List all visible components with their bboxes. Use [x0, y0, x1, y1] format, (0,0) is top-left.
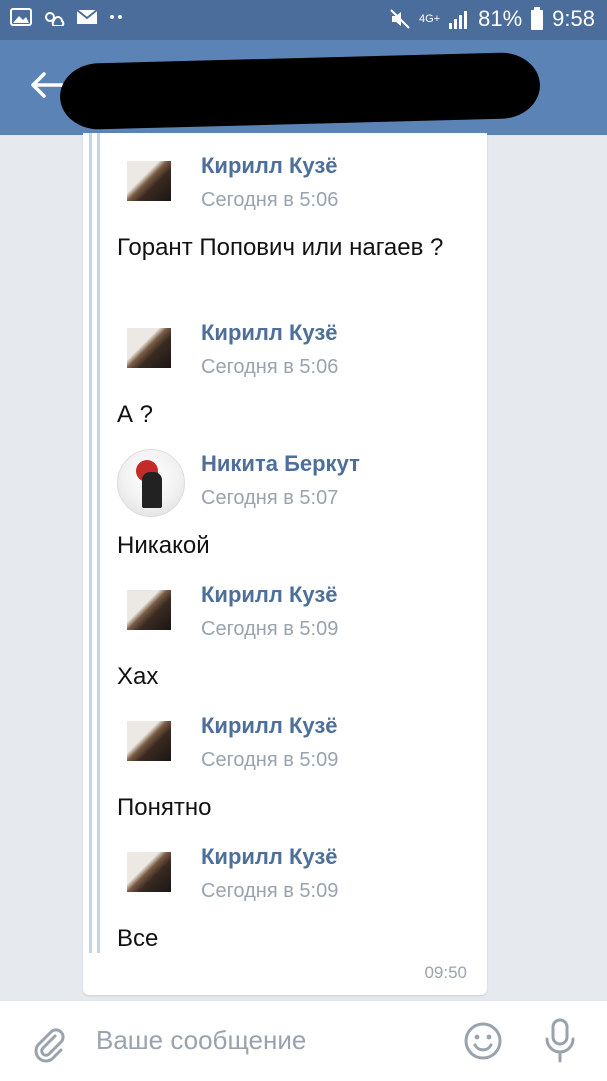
avatar[interactable] — [127, 161, 171, 201]
microphone-icon — [545, 1018, 575, 1063]
message-input[interactable]: Ваше сообщение — [96, 1025, 306, 1056]
author-name[interactable]: Кирилл Кузё — [201, 582, 338, 608]
message-text: Никакой — [117, 532, 210, 559]
forwarded-messages-card[interactable]: Кирилл Кузё Сегодня в 5:06 Горант Попови… — [83, 133, 487, 995]
message-time: Сегодня в 5:09 — [201, 880, 339, 902]
author-name[interactable]: Кирилл Кузё — [201, 844, 338, 870]
smile-icon — [464, 1022, 502, 1060]
avatar[interactable] — [127, 328, 171, 368]
chat-header — [0, 40, 607, 135]
message-text: Горант Попович или нагаев ? — [117, 234, 444, 261]
emoji-button[interactable] — [463, 1021, 503, 1061]
status-bar: 4G+ 81% 9:58 — [0, 0, 607, 40]
message-text: А ? — [117, 401, 154, 428]
avatar[interactable] — [127, 852, 171, 892]
mute-icon — [389, 8, 411, 30]
message-time: Сегодня в 5:07 — [201, 487, 339, 509]
forward-indicator — [89, 133, 92, 953]
avatar[interactable] — [127, 721, 171, 761]
image-icon — [10, 8, 32, 26]
dots-icon — [108, 13, 126, 21]
microphone-button[interactable] — [540, 1017, 580, 1065]
clock: 9:58 — [552, 6, 595, 31]
message-composer: Ваше сообщение — [0, 1000, 607, 1081]
message-time: Сегодня в 5:09 — [201, 749, 339, 771]
message-text: Хах — [117, 663, 159, 690]
redacted-title — [59, 51, 541, 131]
author-name[interactable]: Никита Беркут — [201, 451, 360, 477]
message-time: Сегодня в 5:06 — [201, 189, 339, 211]
battery-icon — [530, 7, 544, 31]
author-name[interactable]: Кирилл Кузё — [201, 153, 338, 179]
message-text: Понятно — [117, 794, 212, 821]
attach-button[interactable] — [28, 1023, 68, 1063]
network-type: 4G+ — [419, 12, 441, 25]
arrow-left-icon — [31, 72, 64, 98]
paperclip-icon — [34, 1028, 65, 1063]
message-time: Сегодня в 5:09 — [201, 618, 339, 640]
battery-percent: 81% — [478, 6, 523, 31]
author-name[interactable]: Кирилл Кузё — [201, 713, 338, 739]
weather-icon — [42, 8, 66, 26]
mail-icon — [76, 9, 98, 25]
message-time: Сегодня в 5:06 — [201, 356, 339, 378]
message-text: Все — [117, 925, 159, 952]
author-name[interactable]: Кирилл Кузё — [201, 320, 338, 346]
sent-time: 09:50 — [424, 963, 467, 982]
avatar[interactable] — [127, 590, 171, 630]
avatar[interactable] — [117, 449, 185, 517]
forward-indicator — [97, 133, 100, 953]
signal-icon — [448, 9, 470, 29]
